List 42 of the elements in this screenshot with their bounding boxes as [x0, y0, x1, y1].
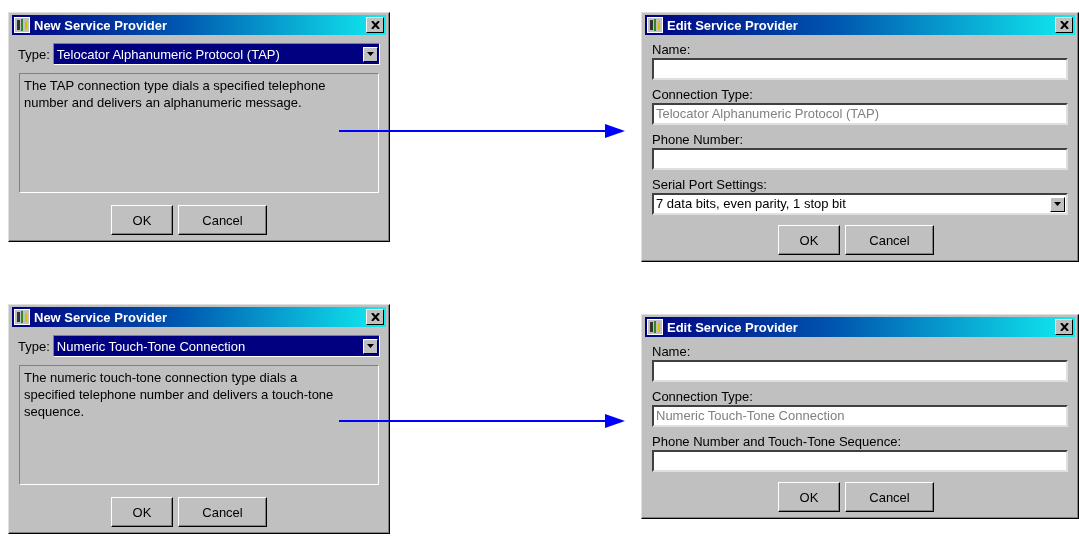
app-icon [647, 17, 663, 33]
type-dropdown[interactable]: Numeric Touch-Tone Connection [52, 335, 380, 357]
text-field[interactable] [652, 58, 1068, 80]
close-button[interactable] [1055, 319, 1073, 335]
window-title: Edit Service Provider [667, 17, 799, 33]
description-text: The numeric touch-tone connection type dials a specified telephone number and delivers a touch-tone sequence. [24, 369, 335, 420]
type-label: Type: [18, 46, 50, 62]
window-title: Edit Service Provider [667, 319, 799, 335]
dialog-button[interactable]: OK [778, 482, 840, 512]
app-icon [647, 319, 663, 335]
close-button[interactable] [366, 309, 384, 325]
close-icon [1059, 323, 1069, 331]
dialog-button[interactable]: Cancel [178, 205, 267, 235]
field-label: Name: [652, 41, 692, 58]
close-icon [370, 21, 380, 29]
app-icon [14, 309, 30, 325]
close-button[interactable] [366, 17, 384, 33]
field-label: Phone Number: [652, 131, 745, 148]
close-button[interactable] [1055, 17, 1073, 33]
field-label: Serial Port Settings: [652, 176, 768, 193]
close-icon [1059, 21, 1069, 29]
type-dropdown[interactable]: Telocator Alphanumeric Protocol (TAP) [52, 43, 380, 65]
text-field[interactable] [652, 148, 1068, 170]
dialog-button[interactable]: OK [778, 225, 840, 255]
dialog-button[interactable]: Cancel [845, 225, 934, 255]
app-icon [14, 17, 30, 33]
description-text: The TAP connection type dials a specified telephone number and delivers an alphanumeric message. [24, 77, 327, 111]
field-label: Name: [652, 343, 692, 360]
text-field[interactable] [652, 450, 1068, 472]
window-title: New Service Provider [34, 309, 168, 325]
dialog-button[interactable]: Cancel [845, 482, 934, 512]
text-field[interactable] [652, 360, 1068, 382]
dialog-button[interactable]: OK [111, 497, 173, 527]
dialog-button[interactable]: OK [111, 205, 173, 235]
type-label: Type: [18, 338, 50, 354]
dropdown-field[interactable]: 7 data bits, even parity, 1 stop bit [652, 193, 1068, 215]
field-label: Connection Type: [652, 86, 754, 103]
field-label: Phone Number and Touch-Tone Sequence: [652, 433, 903, 450]
window-title: New Service Provider [34, 17, 168, 33]
close-icon [370, 313, 380, 321]
field-label: Connection Type: [652, 388, 754, 405]
dialog-button[interactable]: Cancel [178, 497, 267, 527]
